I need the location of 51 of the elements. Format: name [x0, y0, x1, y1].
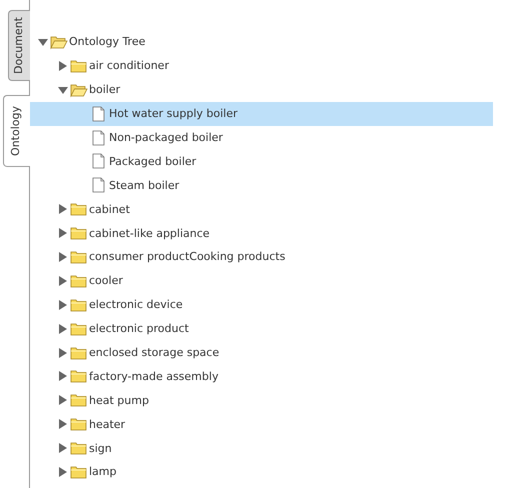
folder-icon	[70, 58, 88, 74]
expand-arrow-icon[interactable]	[58, 204, 68, 214]
open-folder-icon	[50, 34, 68, 50]
expand-arrow-icon[interactable]	[58, 60, 68, 71]
collapse-arrow-icon[interactable]	[58, 84, 68, 95]
folder-icon	[70, 368, 88, 384]
folder-icon	[70, 416, 88, 432]
tree-item[interactable]: consumer productCooking products	[89, 250, 286, 264]
tree-item[interactable]: boiler	[89, 83, 120, 96]
tree-item[interactable]: electronic product	[89, 322, 189, 336]
tree-item[interactable]: cabinet-like appliance	[89, 226, 210, 240]
expand-arrow-icon[interactable]	[58, 324, 68, 334]
tree-item[interactable]: enclosed storage space	[89, 346, 220, 360]
expand-arrow-icon[interactable]	[58, 395, 68, 406]
tree-item[interactable]: lamp	[89, 465, 116, 478]
expand-arrow-icon[interactable]	[58, 252, 68, 262]
tree-item[interactable]: factory-made assembly	[89, 370, 218, 383]
tree-item[interactable]: Steam boiler	[109, 178, 180, 192]
expand-arrow-icon[interactable]	[58, 466, 68, 477]
tree-item[interactable]: heater	[89, 418, 126, 431]
side-tab[interactable]: Document	[8, 10, 30, 81]
collapse-arrow-icon[interactable]	[38, 36, 48, 47]
folder-icon	[70, 201, 88, 218]
tree-item[interactable]: cabinet	[89, 202, 130, 216]
tree-item[interactable]: cooler	[89, 274, 123, 288]
expand-arrow-icon[interactable]	[58, 228, 68, 238]
folder-icon	[70, 464, 88, 480]
tree-item[interactable]: Non-packaged boiler	[109, 131, 223, 144]
tree-item[interactable]: Packaged boiler	[109, 154, 196, 168]
expand-arrow-icon[interactable]	[58, 443, 68, 454]
folder-icon	[70, 440, 88, 456]
folder-icon	[70, 248, 88, 265]
folder-icon	[70, 320, 88, 337]
tree-item[interactable]: sign	[89, 442, 112, 455]
tree-item[interactable]: Ontology Tree	[69, 35, 146, 48]
folder-icon	[70, 392, 88, 408]
expand-arrow-icon[interactable]	[58, 276, 68, 286]
expand-arrow-icon[interactable]	[58, 348, 68, 358]
side-tab[interactable]: Ontology	[3, 95, 30, 167]
expand-arrow-icon[interactable]	[58, 371, 68, 382]
tree-item[interactable]: air conditioner	[89, 59, 169, 72]
expand-arrow-icon[interactable]	[58, 419, 68, 430]
open-folder-icon	[70, 82, 88, 98]
folder-icon	[70, 225, 88, 242]
folder-icon	[70, 296, 88, 313]
expand-arrow-icon[interactable]	[58, 300, 68, 310]
folder-icon	[70, 272, 88, 289]
tree-item[interactable]: electronic device	[89, 298, 183, 312]
folder-icon	[70, 344, 88, 361]
selected-tree-row[interactable]: Hot water supply boiler	[30, 102, 493, 126]
tree-item[interactable]: heat pump	[89, 394, 149, 407]
